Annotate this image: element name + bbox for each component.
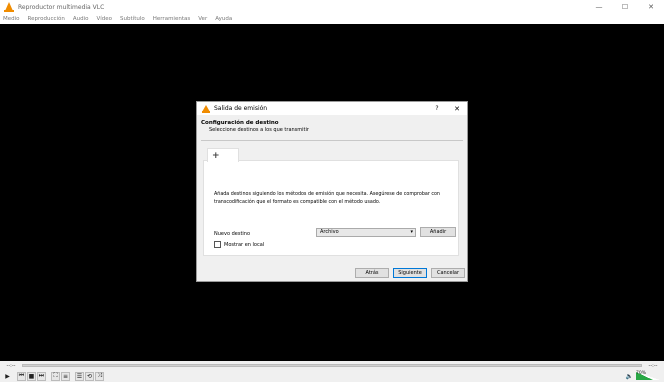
play-button[interactable]: ▶ (3, 372, 12, 381)
shuffle-button[interactable]: ⤨ (95, 371, 104, 381)
time-elapsed: --:-- (6, 362, 16, 369)
show-local-label: Mostrar en local (224, 241, 265, 248)
volume-percent: 70% (636, 371, 647, 376)
stream-output-dialog: Salida de emisión ? ✕ Configuración de d… (196, 101, 468, 282)
menu-ayuda[interactable]: Ayuda (215, 16, 232, 22)
menu-ver[interactable]: Ver (198, 16, 207, 22)
playlist-icon: ☰ (76, 372, 83, 380)
dialog-title-bar: Salida de emisión ? ✕ (197, 102, 467, 115)
maximize-button[interactable]: ☐ (612, 0, 638, 14)
close-button[interactable]: ✕ (638, 0, 664, 14)
destinations-panel: Añada destinos siguiendo los métodos de … (203, 146, 461, 256)
play-icon: ▶ (5, 372, 10, 380)
section-subtitle: Seleccione destinos a los que transmitir (209, 127, 309, 133)
sliders-icon: ≡ (62, 372, 69, 380)
fullscreen-button[interactable]: ⛶ (51, 371, 60, 381)
cancel-button[interactable]: Cancelar (431, 268, 465, 278)
next-track-button[interactable]: ⏭ (37, 371, 46, 381)
chevron-down-icon: ▾ (410, 229, 413, 235)
dialog-header: Configuración de destino Seleccione dest… (197, 115, 467, 137)
playlist-button[interactable]: ☰ (75, 371, 84, 381)
fullscreen-icon: ⛶ (53, 372, 58, 379)
seek-row: --:-- --:-- (0, 361, 664, 370)
help-button[interactable]: ? (427, 105, 447, 112)
player-controls: ▶ ⏮ ■ ⏭ ⛶ ≡ ☰ ⟲ ⤨ 🔈 70% (0, 370, 664, 382)
extended-settings-button[interactable]: ≡ (61, 371, 70, 381)
shuffle-icon: ⤨ (97, 372, 102, 379)
show-local-checkbox[interactable]: Mostrar en local (214, 241, 264, 248)
menu-reproduccion[interactable]: Reproducción (28, 16, 65, 22)
window-title: Reproductor multimedia VLC (18, 3, 105, 11)
destination-select[interactable]: Archivo ▾ (316, 228, 416, 237)
menu-herramientas[interactable]: Herramientas (153, 16, 190, 22)
next-icon: ⏭ (38, 372, 45, 379)
dialog-close-button[interactable]: ✕ (447, 105, 467, 113)
vlc-logo-icon (4, 2, 14, 12)
new-destination-label: Nuevo destino (214, 231, 251, 237)
add-destination-button[interactable]: Añadir (420, 227, 456, 237)
tab-content: Añada destinos siguiendo los métodos de … (203, 160, 459, 256)
tab-add-destination[interactable]: + (207, 148, 239, 162)
speaker-icon[interactable]: 🔈 (626, 373, 633, 380)
section-title: Configuración de destino (201, 120, 279, 126)
vlc-cone-icon (202, 104, 210, 113)
previous-icon: ⏮ (18, 372, 25, 379)
volume-control[interactable]: 🔈 70% (626, 371, 660, 380)
time-total: --:-- (648, 362, 658, 369)
menu-subtitulo[interactable]: Subtítulo (120, 16, 145, 22)
checkbox-box[interactable] (214, 241, 221, 248)
stop-button[interactable]: ■ (27, 371, 36, 381)
menu-video[interactable]: Vídeo (97, 16, 113, 22)
next-button[interactable]: Siguiente (393, 268, 427, 278)
destination-select-value: Archivo (320, 229, 339, 235)
seek-slider[interactable] (22, 364, 642, 367)
minimize-button[interactable]: — (586, 0, 612, 14)
plus-icon: + (212, 150, 220, 161)
menu-audio[interactable]: Audio (73, 16, 89, 22)
previous-button[interactable]: ⏮ (17, 371, 26, 381)
menu-bar: Medio Reproducción Audio Vídeo Subtítulo… (0, 14, 664, 24)
loop-icon: ⟲ (86, 372, 93, 380)
loop-button[interactable]: ⟲ (85, 371, 94, 381)
menu-medio[interactable]: Medio (3, 16, 20, 22)
stop-icon: ■ (28, 372, 35, 380)
back-button[interactable]: Atrás (355, 268, 389, 278)
dialog-title: Salida de emisión (214, 105, 268, 112)
title-bar: Reproductor multimedia VLC — ☐ ✕ (0, 0, 664, 14)
volume-slider[interactable]: 70% (636, 371, 660, 380)
divider (201, 140, 463, 141)
destinations-description: Añada destinos siguiendo los métodos de … (214, 192, 440, 205)
